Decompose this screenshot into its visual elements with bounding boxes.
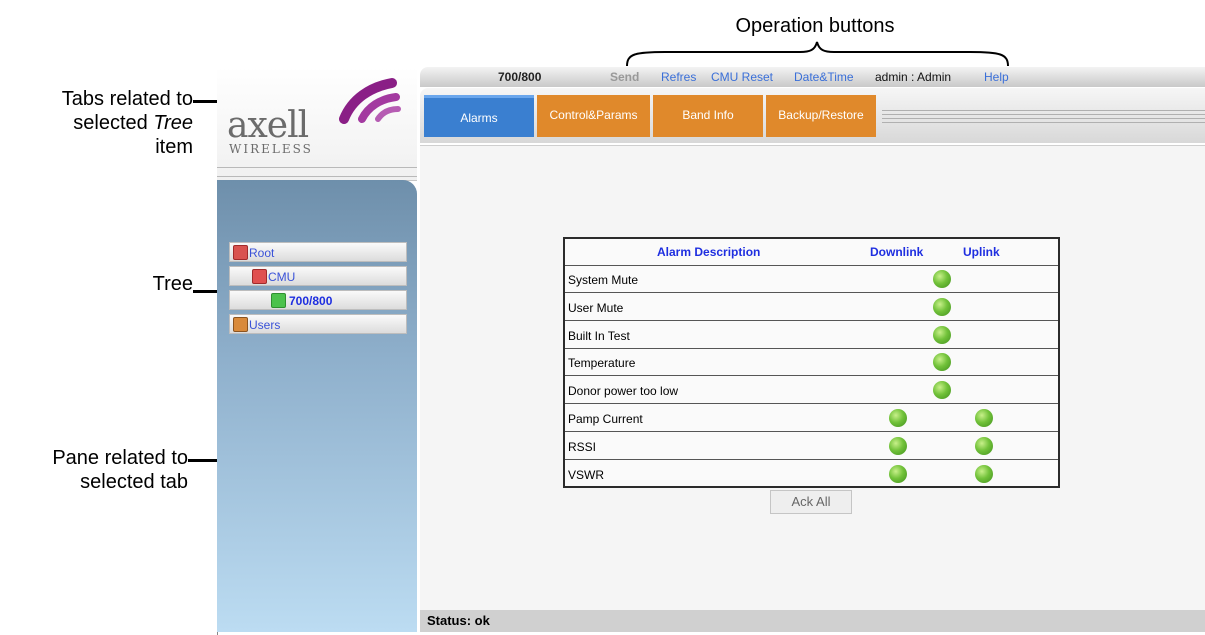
alarm-status-led-icon bbox=[933, 325, 951, 344]
device-status-icon bbox=[271, 293, 286, 308]
alarm-name: System Mute bbox=[568, 273, 639, 287]
logo-subtitle: WIRELESS bbox=[229, 142, 313, 156]
alarm-name: Pamp Current bbox=[568, 412, 643, 426]
alarm-status-led-icon bbox=[975, 409, 993, 427]
header-downlink: Downlink bbox=[870, 245, 924, 259]
alarm-table: Alarm Description Downlink Uplink System… bbox=[563, 237, 1060, 488]
root-folder-icon bbox=[233, 245, 248, 260]
header-alarm-description: Alarm Description bbox=[657, 245, 761, 259]
user-label: admin : Admin bbox=[875, 70, 952, 84]
alarm-status-led-icon bbox=[933, 270, 951, 288]
alarm-name: Temperature bbox=[568, 356, 636, 371]
tab-band-info[interactable]: Band Info bbox=[653, 95, 763, 137]
sidebar: Root CMU 700/800 Users bbox=[217, 180, 417, 632]
alarm-row: VSWR bbox=[565, 461, 1058, 488]
alarm-row: Donor power too low bbox=[565, 377, 1058, 405]
logo-swoosh-icon bbox=[339, 78, 401, 124]
tab-alarms[interactable]: Alarms bbox=[424, 95, 534, 137]
alarm-status-led-icon bbox=[889, 464, 907, 483]
tabs-annotation-line2: selected Tree bbox=[73, 112, 193, 134]
alarm-row: Temperature bbox=[565, 349, 1058, 377]
tree-annotation: Tree bbox=[152, 273, 193, 295]
alarm-row: Built In Test bbox=[565, 322, 1058, 349]
alarm-name: Built In Test bbox=[568, 328, 630, 343]
logo-area: axell WIRELESS bbox=[217, 67, 417, 181]
tabs-annotation-line3: item bbox=[155, 136, 193, 158]
alarm-row: Pamp Current bbox=[565, 405, 1058, 432]
tree-item-root-label: Root bbox=[249, 246, 275, 260]
tabs-annotation-line1: Tabs related to bbox=[61, 88, 193, 110]
operation-buttons-annotation: Operation buttons bbox=[735, 15, 895, 37]
tab-strip-line bbox=[882, 110, 1205, 111]
pane-annotation-line2: selected tab bbox=[80, 471, 188, 493]
tree-item-root[interactable]: Root bbox=[229, 242, 407, 262]
alarm-row: User Mute bbox=[565, 294, 1058, 321]
tree-item-device-label: 700/800 bbox=[289, 294, 333, 308]
send-button[interactable]: Send bbox=[610, 70, 639, 84]
alarm-status-led-icon bbox=[889, 409, 907, 427]
alarm-row: System Mute bbox=[565, 266, 1058, 293]
help-button[interactable]: Help bbox=[984, 70, 1009, 84]
alarm-name: User Mute bbox=[568, 300, 624, 315]
ack-all-button[interactable]: Ack All bbox=[770, 490, 852, 514]
toolbar-device-label: 700/800 bbox=[498, 70, 542, 84]
alarm-status-led-icon bbox=[975, 436, 993, 455]
logo-name: axell bbox=[227, 105, 309, 146]
refresh-button[interactable]: Refres bbox=[661, 70, 696, 84]
tree-item-cmu-label: CMU bbox=[268, 270, 296, 284]
status-bar: Status: ok bbox=[420, 610, 1205, 632]
alarm-status-led-icon bbox=[933, 353, 951, 372]
alarm-status-led-icon bbox=[889, 436, 907, 455]
header-uplink: Uplink bbox=[963, 245, 1000, 259]
pane-annotation: Pane related to selected tab bbox=[0, 446, 188, 494]
tabs-annotation: Tabs related to selected Tree item bbox=[0, 87, 193, 159]
cmu-grid-icon bbox=[252, 269, 267, 284]
alarm-status-led-icon bbox=[975, 464, 993, 483]
alarm-status-led-icon bbox=[933, 297, 951, 316]
pane-annotation-line1: Pane related to bbox=[52, 447, 188, 469]
alarm-name: VSWR bbox=[568, 467, 604, 482]
users-person-icon bbox=[233, 317, 248, 332]
alarm-table-header: Alarm Description Downlink Uplink bbox=[565, 239, 1058, 266]
status-text: Status: ok bbox=[427, 613, 490, 628]
cmu-reset-button[interactable]: CMU Reset bbox=[711, 70, 773, 84]
alarm-name: RSSI bbox=[568, 439, 597, 454]
alarm-row: RSSI bbox=[565, 433, 1058, 460]
datetime-button[interactable]: Date&Time bbox=[794, 70, 854, 84]
tab-strip-line bbox=[882, 114, 1205, 115]
tab-strip-line bbox=[882, 122, 1205, 123]
tree-item-device[interactable]: 700/800 bbox=[229, 290, 407, 310]
tab-strip-line bbox=[882, 118, 1205, 119]
logo-divider bbox=[217, 167, 417, 177]
tree-item-cmu[interactable]: CMU bbox=[229, 266, 407, 286]
tab-strip: Alarms Control&Params Band Info Backup/R… bbox=[420, 88, 1205, 143]
tree-item-users[interactable]: Users bbox=[229, 314, 407, 334]
tab-control-params[interactable]: Control&Params bbox=[537, 95, 650, 137]
alarm-name: Donor power too low bbox=[568, 384, 679, 399]
tree-item-users-label: Users bbox=[249, 318, 281, 332]
tab-backup-restore[interactable]: Backup/Restore bbox=[766, 95, 876, 137]
operation-buttons-brace bbox=[626, 41, 1009, 67]
alarm-status-led-icon bbox=[933, 381, 951, 400]
operation-toolbar: 700/800 Send Refres CMU Reset Date&Time … bbox=[420, 67, 1205, 87]
